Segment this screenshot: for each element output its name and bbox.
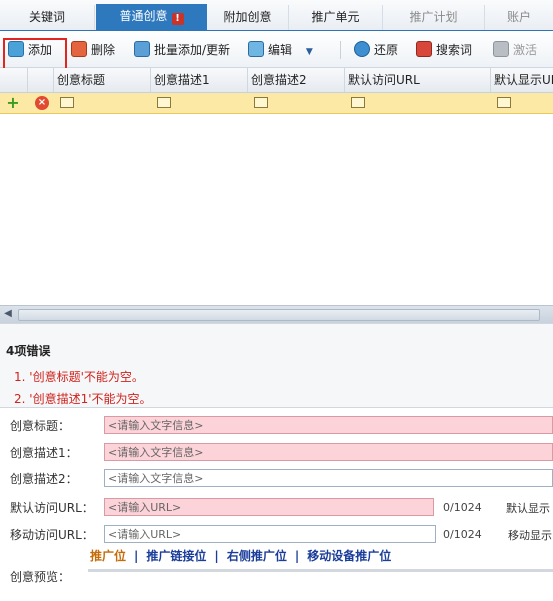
visit-url-label: 默认访问URL： bbox=[10, 501, 94, 515]
visit-url-input[interactable]: <请输入URL> bbox=[104, 498, 434, 516]
warning-icon: ! bbox=[171, 13, 184, 25]
tab-additional-creative-label: 附加创意 bbox=[223, 10, 272, 24]
link-right-position[interactable]: 右侧推广位 bbox=[227, 549, 287, 563]
tab-keywords[interactable]: 关键词 bbox=[0, 5, 95, 30]
chevron-down-icon[interactable]: ▼ bbox=[306, 47, 313, 57]
tab-bar: 关键词 普通创意! 附加创意 推广单元 推广计划 账户 bbox=[0, 0, 553, 31]
delete-button[interactable]: 删除 bbox=[71, 40, 115, 60]
desc1-input[interactable]: <请输入文字信息> bbox=[104, 443, 553, 461]
scrollbar-thumb[interactable] bbox=[18, 309, 540, 321]
tab-normal-creative[interactable]: 普通创意! bbox=[96, 4, 207, 30]
tab-campaign-label: 推广计划 bbox=[409, 10, 458, 24]
plus-icon[interactable]: + bbox=[6, 95, 20, 111]
delete-button-label: 删除 bbox=[91, 43, 116, 57]
table-row[interactable]: + × bbox=[0, 93, 553, 114]
error-item: 1. '创意标题'不能为空。 bbox=[14, 370, 144, 384]
desc1-label: 创意描述1： bbox=[10, 446, 78, 460]
close-icon[interactable]: × bbox=[35, 96, 49, 110]
visit-url-count: 0/1024 bbox=[443, 501, 482, 514]
link-divider: | bbox=[214, 549, 219, 563]
edit-note-icon[interactable] bbox=[351, 97, 365, 108]
tab-account-label: 账户 bbox=[506, 10, 531, 24]
delete-doc-icon bbox=[71, 41, 87, 57]
column-header[interactable]: 创意描述2 bbox=[247, 68, 344, 92]
grid-body bbox=[0, 114, 553, 304]
restore-button-label: 还原 bbox=[374, 43, 399, 57]
batch-doc-icon bbox=[134, 41, 150, 57]
edit-button[interactable]: 编辑 ▼ bbox=[248, 40, 313, 60]
tab-ad-unit[interactable]: 推广单元 bbox=[289, 5, 383, 30]
grid-header: 创意标题 创意描述1 创意描述2 默认访问URL 默认显示URL bbox=[0, 68, 553, 93]
error-title: 4项错误 bbox=[6, 344, 51, 358]
desc2-label: 创意描述2： bbox=[10, 472, 78, 486]
edit-note-icon[interactable] bbox=[60, 97, 74, 108]
scroll-left-icon[interactable]: ◀ bbox=[2, 306, 14, 322]
error-panel: 4项错误 1. '创意标题'不能为空。 2. '创意描述1'不能为空。 bbox=[0, 323, 553, 408]
header-spacer bbox=[27, 68, 53, 92]
tab-normal-creative-label: 普通创意 bbox=[119, 9, 168, 23]
tab-account[interactable]: 账户 bbox=[485, 5, 553, 30]
search-words-label: 搜索词 bbox=[436, 43, 473, 57]
mobile-url-input[interactable]: <请输入URL> bbox=[104, 525, 436, 543]
edit-note-icon[interactable] bbox=[254, 97, 268, 108]
toolbar: 添加 删除 批量添加/更新 编辑 ▼ 还原 搜索词 激活 bbox=[0, 31, 553, 68]
search-words-button[interactable]: 搜索词 bbox=[416, 40, 472, 60]
preview-position-links: 推广位 | 推广链接位 | 右侧推广位 | 移动设备推广位 bbox=[90, 547, 391, 564]
link-ad-link-position[interactable]: 推广链接位 bbox=[146, 549, 206, 563]
column-header[interactable]: 创意描述1 bbox=[150, 68, 247, 92]
activate-button[interactable]: 激活 bbox=[493, 40, 537, 60]
edit-note-icon[interactable] bbox=[497, 97, 511, 108]
search-words-icon bbox=[416, 41, 432, 57]
preview-area bbox=[88, 569, 553, 572]
activate-button-label: 激活 bbox=[513, 43, 538, 57]
link-mobile-position[interactable]: 移动设备推广位 bbox=[307, 549, 391, 563]
restore-icon bbox=[354, 41, 370, 57]
batch-add-update-label: 批量添加/更新 bbox=[154, 43, 231, 57]
mobile-url-count: 0/1024 bbox=[443, 528, 482, 541]
tab-additional-creative[interactable]: 附加创意 bbox=[207, 5, 289, 30]
tab-keywords-label: 关键词 bbox=[28, 10, 65, 24]
column-header[interactable]: 默认显示URL bbox=[490, 68, 553, 92]
mobile-url-label: 移动访问URL： bbox=[10, 528, 94, 542]
edit-button-label: 编辑 bbox=[268, 43, 293, 57]
add-button-highlight bbox=[3, 38, 67, 71]
link-ad-position[interactable]: 推广位 bbox=[90, 549, 126, 563]
batch-add-update-button[interactable]: 批量添加/更新 bbox=[134, 40, 230, 60]
title-label: 创意标题： bbox=[10, 419, 71, 433]
link-divider: | bbox=[294, 549, 300, 563]
column-header[interactable]: 创意标题 bbox=[53, 68, 150, 92]
preview-label: 创意预览： bbox=[10, 570, 71, 584]
header-spacer bbox=[0, 68, 27, 92]
display-url-label: 默认显示 bbox=[506, 502, 550, 515]
mobile-display-url-label: 移动显示 bbox=[508, 529, 552, 542]
toolbar-divider bbox=[340, 41, 341, 59]
restore-button[interactable]: 还原 bbox=[354, 40, 398, 60]
horizontal-scrollbar[interactable]: ◀ bbox=[0, 305, 553, 323]
creative-form: 创意标题： <请输入文字信息> 创意描述1： <请输入文字信息> 创意描述2： … bbox=[0, 407, 553, 601]
edit-doc-icon bbox=[248, 41, 264, 57]
title-input[interactable]: <请输入文字信息> bbox=[104, 416, 553, 434]
column-header[interactable]: 默认访问URL bbox=[344, 68, 490, 92]
activate-icon bbox=[493, 41, 509, 57]
edit-note-icon[interactable] bbox=[157, 97, 171, 108]
tab-campaign[interactable]: 推广计划 bbox=[383, 5, 485, 30]
desc2-input[interactable]: <请输入文字信息> bbox=[104, 469, 553, 487]
tab-ad-unit-label: 推广单元 bbox=[311, 10, 360, 24]
error-item: 2. '创意描述1'不能为空。 bbox=[14, 392, 152, 406]
link-divider: | bbox=[134, 549, 139, 563]
